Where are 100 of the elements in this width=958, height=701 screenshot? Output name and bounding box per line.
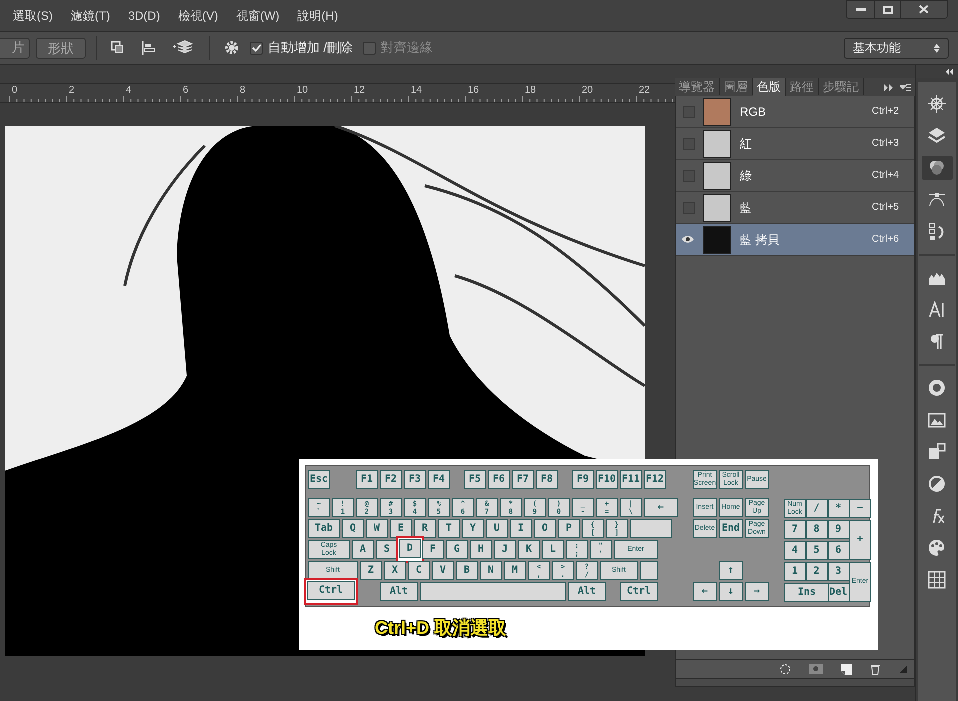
keyboard-key: F5 — [464, 470, 486, 489]
keyboard-key: S — [376, 540, 398, 559]
keyboard-key: F8 — [536, 470, 558, 489]
path-operations-icon[interactable] — [111, 41, 125, 55]
channel-name: 藍 — [740, 200, 752, 216]
ruler-label: 16 — [468, 86, 480, 96]
menu-item[interactable]: 檢視(V) — [178, 7, 218, 25]
keyboard-key: B — [456, 561, 478, 580]
trash-icon[interactable] — [870, 664, 881, 674]
keyboard-key: F11 — [620, 470, 642, 489]
align-icon[interactable] — [142, 41, 156, 55]
keyboard-key: F6 — [488, 470, 510, 489]
keyboard-key: + — [849, 520, 872, 560]
checkbox[interactable] — [250, 42, 263, 54]
panel-grip[interactable] — [675, 679, 915, 687]
shortcut-text: Ctrl+5 — [872, 201, 899, 215]
menu-item[interactable]: 選取(S) — [13, 7, 53, 25]
channel-name: 藍 拷貝 — [740, 232, 780, 248]
shortcut-text: Ctrl+2 — [872, 105, 899, 119]
palette-icon — [928, 539, 946, 557]
keyboard-key: ← — [644, 498, 678, 517]
keyboard-key: → — [745, 582, 769, 601]
caption-text: Ctrl+D 取消選取 — [375, 617, 507, 640]
channel-row[interactable]: 藍 拷貝 Ctrl+6 — [676, 224, 914, 256]
keyboard-key: F7 — [512, 470, 534, 489]
ruler-label: 20 — [582, 86, 594, 96]
shortcut-text: Ctrl+3 — [872, 137, 899, 151]
keyboard-key: D — [399, 539, 421, 558]
channel-row[interactable]: 紅 Ctrl+3 — [676, 128, 914, 160]
eye-icon[interactable] — [681, 235, 695, 244]
channel-row[interactable]: RGB Ctrl+2 — [676, 96, 914, 128]
keyboard-key: 3 — [828, 562, 850, 581]
keyboard-key: F10 — [596, 470, 618, 489]
helm-icon — [928, 95, 946, 113]
dock-button[interactable] — [922, 156, 952, 180]
minimize-button[interactable] — [847, 1, 875, 18]
keyboard-key: A — [352, 540, 374, 559]
new-channel-icon[interactable] — [841, 664, 852, 674]
keyboard-key: ↑ — [719, 561, 743, 580]
keyboard-key: Ins — [784, 583, 830, 602]
channel-name: 紅 — [740, 136, 752, 152]
keyboard-key: / — [806, 499, 828, 518]
channel-row[interactable]: 綠 Ctrl+4 — [676, 160, 914, 192]
keyboard-key: 9 — [828, 520, 850, 539]
channel-name: 綠 — [740, 168, 752, 184]
keyboard-key: F4 — [428, 470, 450, 489]
menu-item[interactable]: 視窗(W) — [236, 7, 280, 25]
collapse-icon[interactable] — [946, 68, 954, 74]
panel-tab[interactable]: 色版 — [753, 78, 786, 96]
keyboard-key: N — [480, 561, 502, 580]
panel-menu-icon[interactable] — [900, 84, 911, 92]
close-icon — [919, 5, 929, 14]
keyboard-key: P — [558, 519, 580, 538]
arrange-icon[interactable] — [173, 40, 193, 56]
keyboard-key: End — [719, 519, 743, 538]
menu-item[interactable]: 3D(D) — [128, 7, 160, 25]
keyboard-key: F9 — [572, 470, 594, 489]
workspace-dropdown[interactable]: 基本功能 — [844, 38, 949, 58]
keyboard-key: 4 — [784, 541, 806, 560]
keyboard-key: Alt — [380, 582, 418, 601]
keyboard-key: L — [542, 540, 564, 559]
resize-grip-icon[interactable] — [899, 664, 908, 674]
keyboard-key: G — [446, 540, 468, 559]
keyboard-key: 2 — [806, 562, 828, 581]
keyboard-key: * — [828, 499, 850, 518]
keyboard-key: Ctrl — [620, 582, 658, 601]
keyboard-key: Q — [342, 519, 364, 538]
ruler-label: 0 — [12, 86, 18, 96]
keyboard-key: W — [366, 519, 388, 538]
keyboard-key: T — [438, 519, 460, 538]
ruler-label: 22 — [639, 86, 650, 96]
keyboard-key: Ctrl — [307, 581, 355, 600]
minimize-icon — [856, 8, 866, 11]
menu-item[interactable]: 濾鏡(T) — [71, 7, 110, 25]
channel-row[interactable]: 藍 Ctrl+5 — [676, 192, 914, 224]
keyboard-key: F — [422, 540, 444, 559]
maximize-button[interactable] — [875, 1, 901, 18]
history-icon — [928, 223, 946, 241]
mask-icon[interactable] — [809, 664, 823, 674]
close-button[interactable] — [901, 1, 947, 18]
menu-item[interactable]: 說明(H) — [298, 7, 338, 25]
keyboard-key: 1 — [784, 562, 806, 581]
expand-icon[interactable] — [884, 84, 894, 92]
keyboard-key: J — [494, 540, 516, 559]
maximize-icon — [882, 6, 892, 14]
circle-badge-icon — [928, 379, 946, 397]
keyboard-key: I — [510, 519, 532, 538]
character-icon — [928, 301, 946, 319]
keyboard-key: R — [414, 519, 436, 538]
dotted-circle-icon[interactable] — [780, 664, 791, 674]
ruler-label: 8 — [240, 86, 246, 96]
pen-path-icon — [928, 191, 946, 209]
keyboard-key: Esc — [308, 470, 330, 489]
keyboard-key: ← — [693, 582, 717, 601]
keyboard-key: M — [504, 561, 526, 580]
keyboard-key: Alt — [568, 582, 606, 601]
keyboard-key: X — [384, 561, 406, 580]
channels-icon — [928, 159, 946, 177]
gear-icon[interactable] — [224, 40, 240, 56]
picture-icon — [928, 411, 946, 429]
